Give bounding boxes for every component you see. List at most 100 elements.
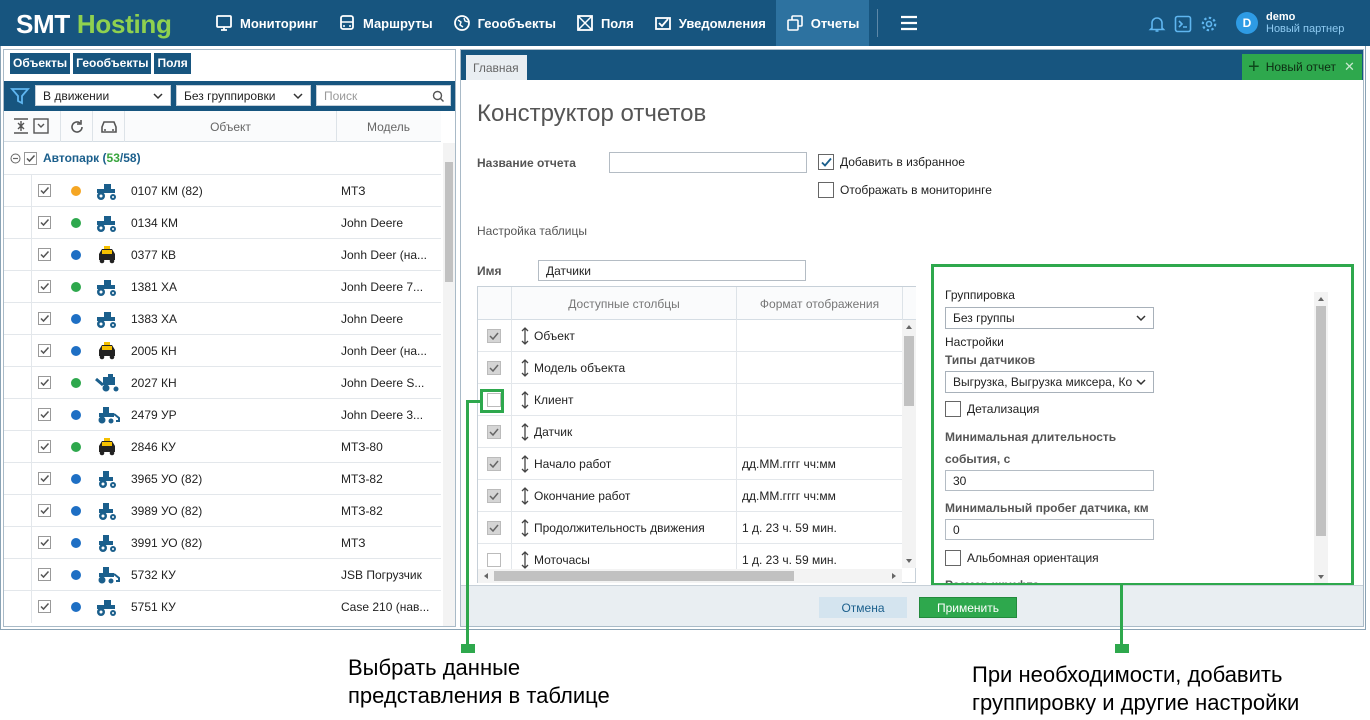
scroll-down-icon[interactable] [1317,573,1325,581]
close-icon[interactable]: ✕ [1344,59,1355,75]
sensor-types-select[interactable]: Выгрузка, Выгрузка миксера, Ко [945,371,1154,393]
column-row[interactable]: Продолжительность движения 1 д. 23 ч. 59 … [478,512,902,544]
nav-fields[interactable]: Поля [566,0,644,46]
columns-vscroll[interactable] [902,320,916,568]
drag-handle-icon[interactable] [521,423,529,441]
column-checkbox[interactable] [487,489,501,503]
gear-icon[interactable] [1200,15,1218,33]
col-status[interactable] [60,111,92,142]
report-name-input[interactable] [609,152,807,173]
user-menu[interactable]: D demo Новый партнер [1236,11,1344,35]
row-checkbox[interactable] [38,376,51,389]
drag-handle-icon[interactable] [521,519,529,537]
landscape-checkbox[interactable] [945,550,961,566]
row-checkbox[interactable] [38,184,51,197]
row-checkbox[interactable] [38,280,51,293]
column-checkbox[interactable] [487,361,501,375]
detail-checkbox-row[interactable]: Детализация [945,401,1039,417]
tab-objects[interactable]: Объекты [10,53,71,74]
row-checkbox[interactable] [38,408,51,421]
drag-handle-icon[interactable] [521,551,529,569]
row-checkbox[interactable] [38,536,51,549]
row-checkbox[interactable] [38,312,51,325]
nav-menu-button[interactable] [886,0,932,46]
table-name-input[interactable]: Датчики [538,260,806,281]
column-format[interactable]: дд.ММ.гггг чч:мм [742,457,836,471]
row-checkbox[interactable] [38,504,51,517]
app-logo[interactable]: SMT Hosting [16,9,172,40]
row-checkbox[interactable] [38,568,51,581]
expand-collapse-icon[interactable] [12,116,52,136]
scroll-left-icon[interactable] [482,572,490,580]
nav-monitoring[interactable]: Мониторинг [205,0,328,46]
grouping-select[interactable]: Без группировки [176,85,311,106]
table-row[interactable]: 2027 КН John Deere S... [4,366,441,399]
col-model[interactable]: Модель [336,111,440,142]
column-checkbox[interactable] [487,329,501,343]
table-row[interactable]: 0134 КМ John Deere [4,206,441,239]
scroll-up-icon[interactable] [1317,295,1325,303]
table-row[interactable]: 0377 КВ Jonh Deer (на... [4,238,441,271]
column-row[interactable]: Начало работ дд.ММ.гггг чч:мм [478,448,902,480]
column-row[interactable]: Датчик [478,416,902,448]
table-row[interactable]: 5732 КУ JSB Погрузчик [4,558,441,591]
nav-notifications[interactable]: Уведомления [644,0,776,46]
column-row[interactable]: Модель объекта [478,352,902,384]
column-row[interactable]: Клиент [478,384,902,416]
drag-handle-icon[interactable] [521,327,529,345]
table-row[interactable]: 0107 КМ (82) МТЗ [4,174,441,207]
column-row[interactable]: Объект [478,320,902,352]
drag-handle-icon[interactable] [521,391,529,409]
row-checkbox[interactable] [38,472,51,485]
column-checkbox[interactable] [487,457,501,471]
monitor-checkbox[interactable] [818,182,834,198]
drag-handle-icon[interactable] [521,487,529,505]
table-row[interactable]: 1381 ХА Jonh Deere 7... [4,270,441,303]
bell-icon[interactable] [1148,15,1166,33]
nav-routes[interactable]: Маршруты [328,0,443,46]
terminal-icon[interactable] [1174,15,1192,33]
favorite-checkbox-row[interactable]: Добавить в избранное [818,154,965,170]
nav-geoobjects[interactable]: Геообъекты [443,0,566,46]
table-row[interactable]: 3965 УО (82) МТЗ-82 [4,462,441,495]
drag-handle-icon[interactable] [521,455,529,473]
table-row[interactable]: 5751 КУ Case 210 (нав... [4,590,441,623]
col-object[interactable]: Объект [124,111,336,142]
cancel-button[interactable]: Отмена [819,597,907,618]
min-duration-input[interactable]: 30 [945,470,1154,491]
new-report-tab[interactable]: + Новый отчет ✕ [1242,54,1362,80]
row-checkbox[interactable] [38,600,51,613]
table-row[interactable]: 3991 УО (82) МТЗ [4,526,441,559]
table-row[interactable]: 2005 КН Jonh Deer (на... [4,334,441,367]
settings-scrollbar[interactable] [1314,292,1328,583]
tab-fields[interactable]: Поля [154,53,191,74]
min-mileage-input[interactable]: 0 [945,519,1154,540]
collapse-icon[interactable] [10,153,21,164]
scroll-up-icon[interactable] [905,323,913,331]
scroll-down-icon[interactable] [905,557,913,565]
group-checkbox[interactable] [24,151,37,165]
table-row[interactable]: 2479 УР John Deere 3... [4,398,441,431]
column-format[interactable]: 1 д. 23 ч. 59 мин. [742,553,837,567]
objects-scrollbar[interactable] [443,143,455,626]
row-checkbox[interactable] [38,216,51,229]
drag-handle-icon[interactable] [521,359,529,377]
filter-icon[interactable] [10,86,30,106]
tab-geoobjects[interactable]: Геообъекты [73,53,152,74]
col-available[interactable]: Доступные столбцы [511,287,736,320]
column-row[interactable]: Окончание работ дд.ММ.гггг чч:мм [478,480,902,512]
column-checkbox[interactable] [487,425,501,439]
col-format[interactable]: Формат отображения [736,287,902,320]
scroll-right-icon[interactable] [890,572,898,580]
column-format[interactable]: 1 д. 23 ч. 59 мин. [742,521,837,535]
column-format[interactable]: дд.ММ.гггг чч:мм [742,489,836,503]
row-checkbox[interactable] [38,248,51,261]
favorite-checkbox[interactable] [818,154,834,170]
tab-main[interactable]: Главная [466,55,527,80]
column-checkbox[interactable] [487,521,501,535]
row-checkbox[interactable] [38,344,51,357]
group-row-autopark[interactable]: Автопарк (53/58) [10,151,141,165]
column-checkbox[interactable] [487,553,501,567]
columns-hscroll[interactable] [478,569,902,583]
detail-checkbox[interactable] [945,401,961,417]
